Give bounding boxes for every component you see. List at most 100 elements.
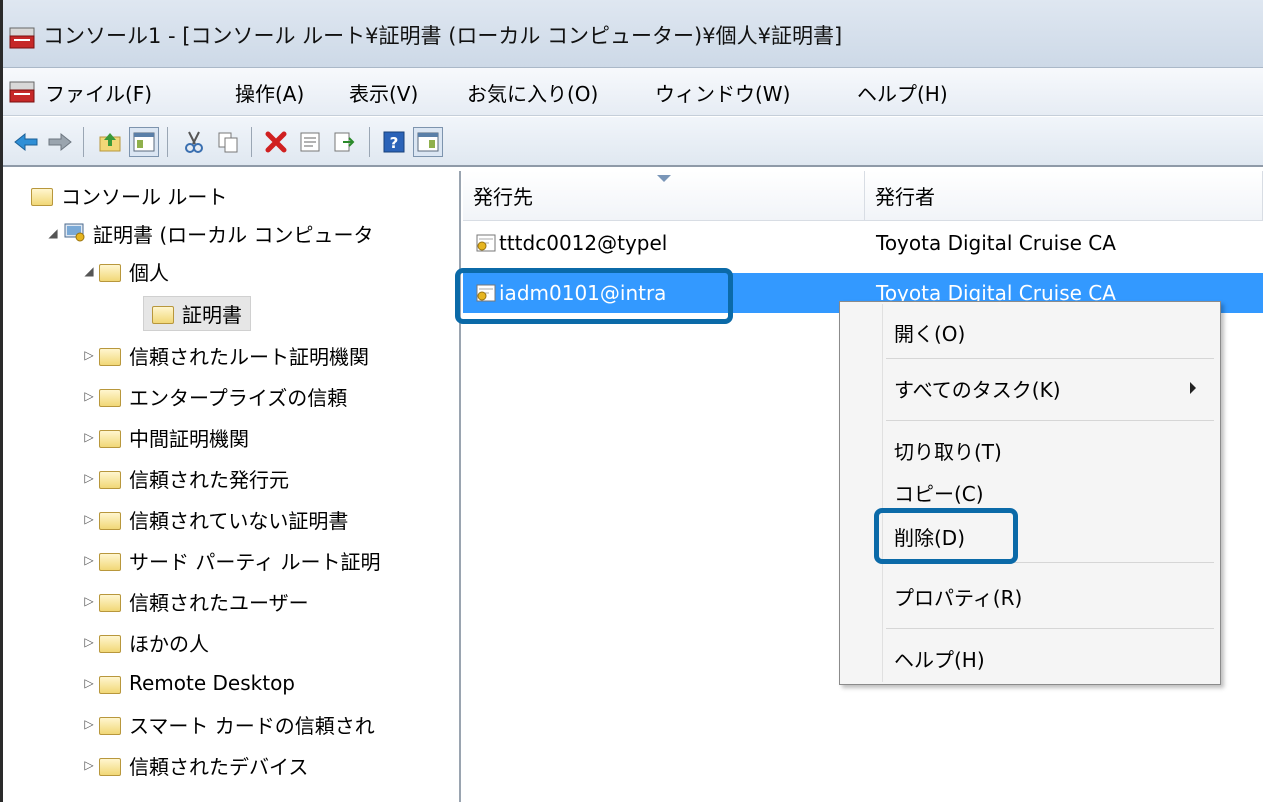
tree-item-certificates-local[interactable]: ◢ 証明書 (ローカル コンピュータ bbox=[43, 215, 374, 251]
column-header-issued-to[interactable]: 発行先 bbox=[463, 171, 865, 221]
collapsed-arrow-icon[interactable]: ▷ bbox=[79, 717, 99, 731]
collapsed-arrow-icon[interactable]: ▷ bbox=[79, 758, 99, 772]
expanded-arrow-icon[interactable]: ◢ bbox=[43, 226, 63, 240]
delete-icon[interactable] bbox=[261, 127, 291, 157]
collapsed-arrow-icon[interactable]: ▷ bbox=[79, 635, 99, 649]
tree-item-console-root[interactable]: コンソール ルート bbox=[31, 177, 227, 213]
menu-item-cut[interactable]: 切り取り(T) bbox=[894, 436, 1002, 465]
help-icon[interactable]: ? bbox=[379, 127, 409, 157]
tree-item-label: 信頼されたデバイス bbox=[129, 754, 309, 779]
collapsed-arrow-icon[interactable]: ▷ bbox=[79, 512, 99, 526]
tree-item-label: 個人 bbox=[129, 260, 169, 285]
window-title: コンソール1 - [コンソール ルート¥証明書 (ローカル コンピューター)¥個… bbox=[43, 24, 843, 48]
highlight-annotation-delete bbox=[874, 508, 1018, 564]
column-header-issued-by[interactable]: 発行者 bbox=[865, 171, 1263, 221]
tree-item-label: 信頼されていない証明書 bbox=[129, 508, 349, 533]
cut-icon[interactable] bbox=[179, 127, 209, 157]
tree-item-folder[interactable]: ▷ スマート カードの信頼され bbox=[79, 706, 375, 742]
menu-gutter bbox=[882, 304, 883, 682]
tree-item-folder[interactable]: ▷ 信頼されたルート証明機関 bbox=[79, 337, 369, 373]
tree-item-folder[interactable]: ▷ サード パーティ ルート証明 bbox=[79, 542, 381, 578]
tree-item-folder[interactable]: ▷ ほかの人 bbox=[79, 624, 209, 660]
certificate-icon bbox=[476, 234, 496, 252]
properties-icon[interactable] bbox=[295, 127, 325, 157]
system-menu-icon[interactable] bbox=[9, 80, 35, 104]
folder-icon bbox=[99, 428, 121, 448]
column-header-label: 発行者 bbox=[875, 185, 935, 209]
tree-item-label: 中間証明機関 bbox=[129, 426, 249, 451]
forward-arrow-icon[interactable] bbox=[45, 127, 75, 157]
toolbar-separator bbox=[83, 127, 84, 157]
folder-icon bbox=[99, 756, 121, 776]
menu-item-open[interactable]: 開く(O) bbox=[894, 318, 965, 347]
issued-to-cell: tttdc0012@typel bbox=[499, 231, 668, 255]
toolbar: ? bbox=[3, 117, 1263, 167]
folder-icon bbox=[99, 387, 121, 407]
tree-item-folder[interactable]: ▷ 信頼されていない証明書 bbox=[79, 501, 348, 537]
folder-icon bbox=[31, 186, 53, 206]
expanded-arrow-icon[interactable]: ◢ bbox=[79, 264, 99, 278]
tree-item-folder[interactable]: ▷ 信頼された発行元 bbox=[79, 460, 289, 496]
issued-by-cell: Toyota Digital Cruise CA bbox=[876, 231, 1116, 255]
menu-view[interactable]: 表示(V) bbox=[349, 78, 418, 107]
toolbar-separator bbox=[167, 127, 168, 157]
tree-item-personal[interactable]: ◢ 個人 bbox=[79, 253, 169, 289]
menu-window[interactable]: ウィンドウ(W) bbox=[655, 78, 790, 107]
tree-item-personal-certificates[interactable]: 証明書 bbox=[143, 295, 251, 331]
menu-separator bbox=[886, 420, 1214, 421]
copy-icon[interactable] bbox=[213, 127, 243, 157]
tree-item-folder[interactable]: ▷ エンタープライズの信頼 bbox=[79, 378, 347, 414]
folder-icon bbox=[99, 469, 121, 489]
collapsed-arrow-icon[interactable]: ▷ bbox=[79, 389, 99, 403]
menu-favorites[interactable]: お気に入り(O) bbox=[467, 78, 598, 107]
folder-icon bbox=[99, 510, 121, 530]
console-tree: コンソール ルート ◢ 証明書 (ローカル コンピュータ ◢ 個人 証明書 ▷ … bbox=[17, 171, 461, 802]
selected-tree-node: 証明書 bbox=[143, 295, 251, 331]
folder-icon bbox=[99, 551, 121, 571]
menu-separator bbox=[886, 628, 1214, 629]
tree-item-label: サード パーティ ルート証明 bbox=[129, 549, 381, 574]
tree-item-folder[interactable]: ▷ Remote Desktop bbox=[79, 665, 295, 701]
tree-item-label: Remote Desktop bbox=[129, 671, 296, 695]
collapsed-arrow-icon[interactable]: ▷ bbox=[79, 471, 99, 485]
tree-item-label: エンタープライズの信頼 bbox=[129, 385, 348, 410]
show-hide-tree-icon[interactable] bbox=[129, 127, 159, 157]
menu-item-all-tasks[interactable]: すべてのタスク(K) bbox=[894, 374, 1061, 403]
collapsed-arrow-icon[interactable]: ▷ bbox=[79, 348, 99, 362]
mmc-app-icon bbox=[9, 27, 35, 49]
tree-item-label: 証明書 bbox=[182, 302, 242, 327]
tree-item-label: 信頼されたルート証明機関 bbox=[129, 344, 369, 369]
up-folder-icon[interactable] bbox=[95, 127, 125, 157]
menu-item-help[interactable]: ヘルプ(H) bbox=[894, 644, 985, 673]
title-bar[interactable]: コンソール1 - [コンソール ルート¥証明書 (ローカル コンピューター)¥個… bbox=[3, 0, 1263, 68]
list-item[interactable]: tttdc0012@typel Toyota Digital Cruise CA bbox=[463, 223, 1263, 263]
toolbar-separator bbox=[251, 127, 252, 157]
menu-file[interactable]: ファイル(F) bbox=[45, 78, 152, 107]
submenu-arrow-icon bbox=[1190, 382, 1196, 394]
tree-item-label: 信頼されたユーザー bbox=[129, 590, 309, 615]
tree-item-label: 証明書 (ローカル コンピュータ bbox=[93, 222, 374, 247]
show-hide-action-pane-icon[interactable] bbox=[413, 127, 443, 157]
tree-item-label: スマート カードの信頼され bbox=[129, 713, 375, 738]
menu-action[interactable]: 操作(A) bbox=[235, 78, 304, 107]
menu-help[interactable]: ヘルプ(H) bbox=[857, 78, 948, 107]
export-list-icon[interactable] bbox=[329, 127, 359, 157]
collapsed-arrow-icon[interactable]: ▷ bbox=[79, 594, 99, 608]
tree-item-folder[interactable]: ▷ 信頼されたデバイス bbox=[79, 747, 308, 783]
toolbar-separator bbox=[369, 127, 370, 157]
menu-separator bbox=[886, 358, 1214, 359]
tree-item-folder[interactable]: ▷ 信頼されたユーザー bbox=[79, 583, 309, 619]
back-arrow-icon[interactable] bbox=[11, 127, 41, 157]
tree-item-label: ほかの人 bbox=[129, 631, 209, 656]
collapsed-arrow-icon[interactable]: ▷ bbox=[79, 430, 99, 444]
column-header-label: 発行先 bbox=[473, 185, 533, 209]
svg-text:?: ? bbox=[390, 134, 399, 152]
folder-icon bbox=[99, 592, 121, 612]
tree-item-folder[interactable]: ▷ 中間証明機関 bbox=[79, 419, 249, 455]
menu-item-copy[interactable]: コピー(C) bbox=[894, 478, 984, 507]
menu-item-properties[interactable]: プロパティ(R) bbox=[894, 582, 1022, 611]
sort-indicator-icon bbox=[657, 175, 671, 182]
collapsed-arrow-icon[interactable]: ▷ bbox=[79, 676, 99, 690]
collapsed-arrow-icon[interactable]: ▷ bbox=[79, 553, 99, 567]
tree-item-label: コンソール ルート bbox=[61, 184, 228, 209]
